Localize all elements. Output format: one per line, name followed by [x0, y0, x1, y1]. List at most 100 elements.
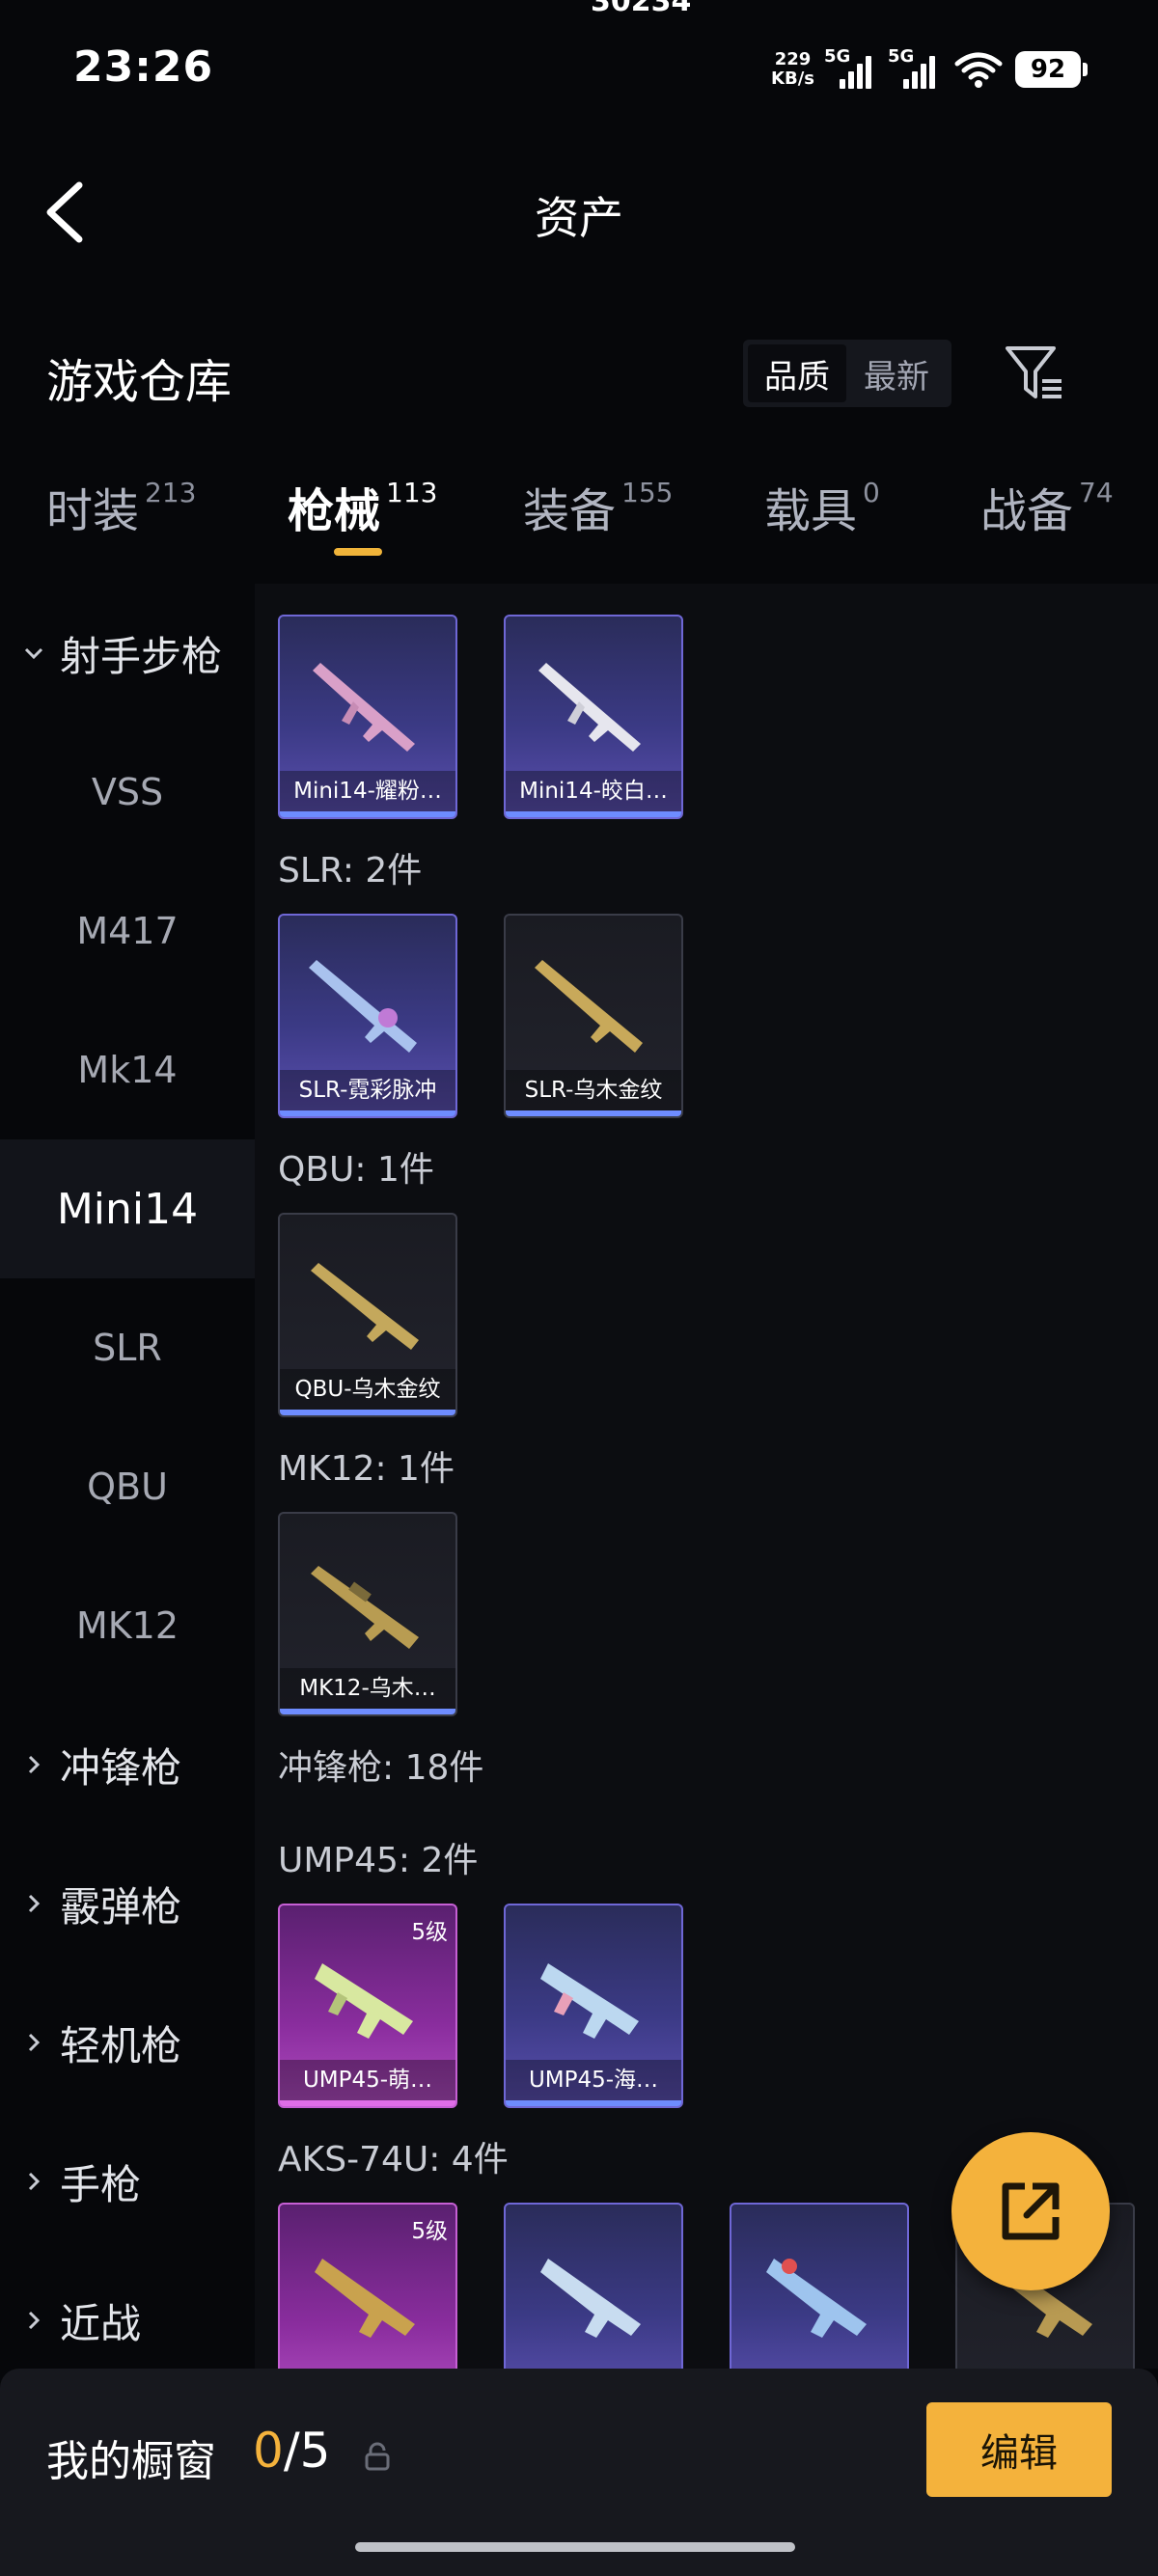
sort-newest-button[interactable]: 最新: [846, 344, 947, 402]
category-tabs: 时装 213 枪械 113 装备 155 载具 0 战备 74: [0, 473, 1158, 579]
tier-bar: [280, 1410, 455, 1415]
chevron-right-icon: [28, 2311, 41, 2330]
nav-item-qbu[interactable]: QBU: [0, 1417, 255, 1556]
tier-bar: [280, 1110, 455, 1116]
nav-item-mk14[interactable]: Mk14: [0, 1000, 255, 1139]
item-name: UMP45-萌…: [280, 2060, 455, 2100]
tab-count: 213: [145, 477, 197, 508]
section-label-ump45: UMP45: 2件: [278, 1841, 479, 1880]
lock-icon: [365, 2442, 390, 2471]
nav-group-lmg[interactable]: 轻机枪: [0, 1973, 255, 2112]
tab-label: 载具: [764, 484, 858, 538]
share-button[interactable]: [951, 2132, 1110, 2290]
page-title: 资产: [535, 192, 623, 244]
chevron-right-icon: [28, 2033, 41, 2052]
section-label-smg: 冲锋枪: 18件: [278, 1748, 484, 1788]
app-root: 30234 23:26 229 KB/s 5G 5G 92 资产 游戏仓库 品质…: [0, 0, 1158, 2576]
nav-group-shotgun[interactable]: 霰弹枪: [0, 1834, 255, 1973]
tab-fashion[interactable]: 时装 213: [46, 473, 196, 560]
signal-2-label: 5G: [888, 46, 915, 67]
section-label-aks74u: AKS-74U: 4件: [278, 2140, 509, 2179]
sort-toggle: 品质 最新: [743, 340, 951, 407]
nav-item-mk12[interactable]: MK12: [0, 1556, 255, 1695]
nav-group-label: 手枪: [60, 2160, 142, 2208]
sort-quality-button[interactable]: 品质: [748, 344, 846, 402]
share-external-icon: [1002, 2182, 1060, 2240]
status-time: 23:26: [73, 42, 214, 92]
warehouse-title: 游戏仓库: [46, 355, 233, 409]
rifle-icon: [313, 663, 415, 752]
item-name: SLR-霓彩脉冲: [280, 1070, 455, 1110]
showcase-max: 5: [299, 2423, 331, 2479]
smg-icon: [315, 1963, 413, 2039]
nav-group-label: 霰弹枪: [60, 1882, 182, 1931]
item-card[interactable]: UMP45-海…: [504, 1904, 683, 2108]
chevron-right-icon: [28, 2172, 41, 2191]
item-card[interactable]: SLR-乌木金纹: [504, 914, 683, 1118]
signal-1-label: 5G: [824, 46, 851, 67]
item-card[interactable]: 5级 UMP45-萌…: [278, 1904, 457, 2108]
edit-button[interactable]: 编辑: [926, 2402, 1112, 2497]
rifle-icon: [540, 2259, 641, 2338]
item-card[interactable]: SLR-霓彩脉冲: [278, 914, 457, 1118]
rifle-icon: [535, 960, 643, 1053]
showcase-label: 我的橱窗: [46, 2437, 216, 2486]
signal-icon: 5G: [888, 46, 942, 89]
tab-label: 战备: [980, 484, 1074, 538]
nav-item-slr[interactable]: SLR: [0, 1278, 255, 1417]
filter-icon[interactable]: [1004, 343, 1065, 404]
tab-supplies[interactable]: 战备 74: [980, 473, 1114, 560]
item-card[interactable]: 5级: [278, 2203, 457, 2369]
tab-count: 0: [863, 477, 880, 508]
tab-firearms[interactable]: 枪械 113: [288, 473, 437, 560]
showcase-current: 0: [253, 2423, 284, 2479]
item-name: Mini14-皎白…: [506, 771, 681, 811]
nav-group-label: 轻机枪: [60, 2021, 182, 2069]
tier-bar: [506, 811, 681, 817]
signal-icon: 5G: [824, 46, 878, 89]
nav-item-mini14[interactable]: Mini14: [0, 1139, 255, 1278]
status-bar: 30234 23:26 229 KB/s 5G 5G 92: [0, 0, 1158, 125]
nav-item-vss[interactable]: VSS: [0, 723, 255, 862]
rifle-icon: [766, 2259, 867, 2338]
item-grid: Mini14-耀粉… Mini14-皎白… SLR: 2件 SLR-霓彩脉冲 S…: [255, 584, 1158, 2369]
chevron-down-icon: [24, 647, 43, 660]
tab-label: 装备: [523, 484, 617, 538]
home-indicator[interactable]: [355, 2542, 795, 2552]
nav-item-m417[interactable]: M417: [0, 862, 255, 1000]
tier-bar: [280, 2100, 455, 2106]
chevron-right-icon: [28, 1755, 41, 1774]
showcase-panel: 我的橱窗 0/5 编辑: [0, 2369, 1158, 2576]
tab-label: 时装: [46, 484, 140, 538]
nav-group-label: 射手步枪: [60, 632, 223, 680]
nav-group-smg[interactable]: 冲锋枪: [0, 1695, 255, 1834]
item-card[interactable]: Mini14-耀粉…: [278, 615, 457, 819]
tab-active-indicator: [334, 548, 382, 556]
tier-bar: [280, 1709, 455, 1714]
item-card[interactable]: MK12-乌木…: [278, 1512, 457, 1716]
item-card[interactable]: [730, 2203, 909, 2369]
showcase-count: 0/5: [253, 2423, 330, 2479]
nav-group-label: 冲锋枪: [60, 1743, 182, 1792]
item-name: MK12-乌木…: [280, 1668, 455, 1709]
tab-count: 74: [1079, 477, 1114, 508]
rifle-icon: [311, 1263, 419, 1350]
nav-group-pistol[interactable]: 手枪: [0, 2112, 255, 2251]
item-card[interactable]: Mini14-皎白…: [504, 615, 683, 819]
net-speed: 229 KB/s: [771, 50, 814, 89]
rifle-icon: [311, 1566, 419, 1649]
tier-bar: [506, 1110, 681, 1116]
item-card[interactable]: QBU-乌木金纹: [278, 1213, 457, 1417]
tier-bar: [280, 811, 455, 817]
rifle-icon: [309, 960, 417, 1053]
item-card[interactable]: [504, 2203, 683, 2369]
item-name: UMP45-海…: [506, 2060, 681, 2100]
nav-group-marksman[interactable]: 射手步枪: [0, 584, 255, 723]
tab-vehicles[interactable]: 载具 0: [764, 473, 880, 560]
smg-icon: [540, 1963, 639, 2039]
net-speed-value: 229: [774, 49, 812, 69]
section-label-mk12: MK12: 1件: [278, 1449, 455, 1489]
tab-equipment[interactable]: 装备 155: [523, 473, 673, 560]
tab-count: 113: [386, 477, 438, 508]
weapon-category-nav: 射手步枪 VSS M417 Mk14 Mini14 SLR QBU MK12 冲…: [0, 584, 255, 2369]
